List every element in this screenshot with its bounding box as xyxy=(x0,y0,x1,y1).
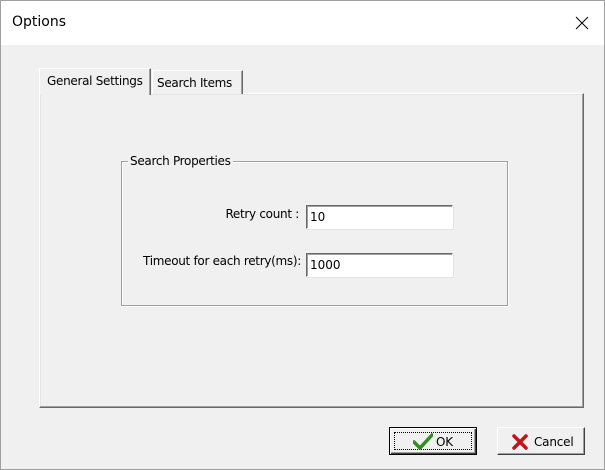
tab-general-settings[interactable]: General Settings xyxy=(39,68,151,95)
retry-count-input[interactable]: 10 xyxy=(306,205,453,229)
cancel-button[interactable]: Cancel xyxy=(497,427,585,455)
tab-search-items[interactable]: Search Items xyxy=(152,70,243,94)
cancel-label: Cancel xyxy=(534,435,574,449)
search-properties-group xyxy=(121,161,508,306)
close-icon xyxy=(575,16,589,30)
dialog-title: Options xyxy=(12,14,67,30)
checkmark-icon xyxy=(413,433,433,450)
group-title: Search Properties xyxy=(128,154,233,168)
x-icon xyxy=(512,434,528,450)
timeout-label: Timeout for each retry(ms): xyxy=(143,254,301,268)
retry-count-label: Retry count : xyxy=(225,207,299,221)
close-button[interactable] xyxy=(560,1,604,45)
timeout-input[interactable]: 1000 xyxy=(306,253,453,277)
tab-label: General Settings xyxy=(47,74,143,88)
ok-button[interactable]: OK xyxy=(389,427,477,455)
ok-label: OK xyxy=(436,435,453,449)
tab-label: Search Items xyxy=(157,76,233,90)
title-bar[interactable]: Options xyxy=(1,1,604,45)
focus-rect xyxy=(394,432,472,450)
